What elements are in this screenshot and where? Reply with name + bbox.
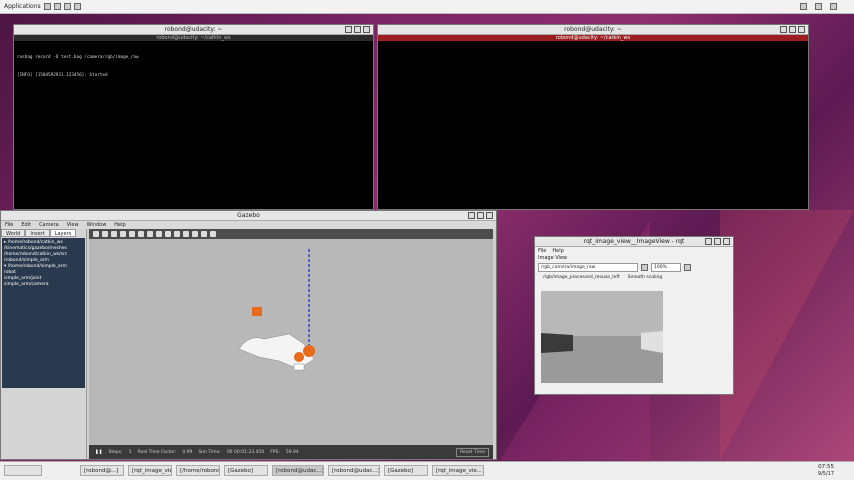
menu-help[interactable]: Help bbox=[552, 248, 563, 254]
close-icon[interactable] bbox=[798, 26, 805, 33]
task-button[interactable]: [robond@...] bbox=[80, 465, 124, 476]
undo-icon[interactable] bbox=[129, 231, 135, 237]
maximize-icon[interactable] bbox=[789, 26, 796, 33]
box-icon[interactable] bbox=[138, 231, 144, 237]
terminal-icon[interactable] bbox=[44, 3, 51, 10]
close-icon[interactable] bbox=[363, 26, 370, 33]
power-icon[interactable] bbox=[830, 3, 837, 10]
window-title[interactable]: robond@udacity: ~ bbox=[378, 25, 808, 35]
select-icon[interactable] bbox=[93, 231, 99, 237]
maximize-icon[interactable] bbox=[714, 238, 721, 245]
zoom-select[interactable]: 100% bbox=[651, 263, 681, 272]
menu-camera[interactable]: Camera bbox=[39, 221, 59, 229]
snap-icon[interactable] bbox=[201, 231, 207, 237]
align-icon[interactable] bbox=[192, 231, 198, 237]
toolbar bbox=[89, 229, 493, 239]
wallpaper-shape bbox=[720, 210, 854, 460]
network-icon[interactable] bbox=[800, 3, 807, 10]
camera-image bbox=[541, 291, 663, 383]
task-button[interactable]: [Gazebo] bbox=[384, 465, 428, 476]
close-icon[interactable] bbox=[486, 212, 493, 219]
window-title[interactable]: Gazebo bbox=[1, 211, 496, 221]
menu-file[interactable]: File bbox=[5, 221, 13, 229]
fps-value: 59.94 bbox=[285, 449, 299, 455]
maximize-icon[interactable] bbox=[354, 26, 361, 33]
orange-box bbox=[252, 307, 262, 316]
reset-time-button[interactable]: Reset Time bbox=[455, 447, 489, 457]
top-panel: Applications bbox=[0, 0, 854, 14]
rqt-image-view-window[interactable]: rqt_image_view__ImageView - rqt File Hel… bbox=[534, 236, 734, 395]
window-title[interactable]: robond@udacity: ~ bbox=[14, 25, 373, 35]
camera-icon[interactable] bbox=[210, 231, 216, 237]
date: 9/5/17 bbox=[817, 471, 834, 477]
3d-viewport[interactable] bbox=[89, 229, 493, 445]
topic-select[interactable]: /rgb_camera/image_raw bbox=[538, 263, 638, 272]
mouse-topic-field[interactable]: /rgb/image_processed_mouse_left bbox=[543, 275, 620, 280]
minimize-icon[interactable] bbox=[780, 26, 787, 33]
taskbar: [robond@...] [rqt_image_view] [/home/rob… bbox=[0, 461, 854, 480]
terminal-window-right[interactable]: robond@udacity: ~ robond@udacity: ~/catk… bbox=[377, 24, 809, 210]
rtf-value: 0.99 bbox=[182, 449, 193, 455]
task-button[interactable]: [robond@udac...] bbox=[328, 465, 380, 476]
folder-icon[interactable] bbox=[54, 3, 61, 10]
task-button[interactable]: [Gazebo] bbox=[224, 465, 268, 476]
app-icon[interactable] bbox=[74, 3, 81, 10]
menu-view[interactable]: View bbox=[67, 221, 79, 229]
tree-item[interactable]: simple_arm/camera bbox=[4, 282, 83, 288]
menu-bar: File Edit Camera View Window Help bbox=[1, 221, 496, 229]
save-icon[interactable] bbox=[684, 264, 691, 271]
steps-label: Steps: bbox=[108, 449, 123, 455]
robot-arm bbox=[238, 333, 315, 371]
terminal-line: rosbag record -O test.bag /camera/rgb/im… bbox=[17, 54, 139, 60]
rotate-icon[interactable] bbox=[111, 231, 117, 237]
tab-world[interactable]: World bbox=[1, 229, 26, 237]
tab-layers[interactable]: Layers bbox=[49, 229, 77, 237]
model-tree[interactable]: ▸ /home/robond/catkin_ws /kinematics/gaz… bbox=[2, 238, 85, 388]
steps-value: 1 bbox=[128, 449, 132, 455]
sim-time-label: Sim Time: bbox=[198, 449, 221, 455]
copy-icon[interactable] bbox=[174, 231, 180, 237]
terminal-output[interactable]: rosbag record -O test.bag /camera/rgb/im… bbox=[14, 41, 373, 92]
task-button[interactable]: [rqt_image_view] bbox=[128, 465, 172, 476]
sphere-icon[interactable] bbox=[147, 231, 153, 237]
maximize-icon[interactable] bbox=[477, 212, 484, 219]
refresh-icon[interactable] bbox=[641, 264, 648, 271]
browser-icon[interactable] bbox=[64, 3, 71, 10]
volume-icon[interactable] bbox=[815, 3, 822, 10]
status-bar: ❚❚ Steps: 1 Real Time Factor: 0.99 Sim T… bbox=[89, 445, 493, 459]
menu-help[interactable]: Help bbox=[114, 221, 125, 229]
menu-edit[interactable]: Edit bbox=[21, 221, 31, 229]
scale-icon[interactable] bbox=[120, 231, 126, 237]
window-title[interactable]: rqt_image_view__ImageView - rqt bbox=[535, 237, 733, 247]
tab-insert[interactable]: Insert bbox=[25, 229, 50, 237]
smooth-scaling-checkbox[interactable]: Smooth scaling bbox=[628, 275, 663, 280]
clock[interactable]: 07:55 bbox=[818, 464, 834, 470]
move-icon[interactable] bbox=[102, 231, 108, 237]
pause-icon[interactable]: ❚❚ bbox=[95, 450, 103, 455]
side-panel: World Insert Layers ▸ /home/robond/catki… bbox=[1, 229, 87, 459]
sim-time-value: 00 00:01:23.450 bbox=[226, 449, 265, 455]
terminal-line: [INFO] [1504592931.123456]: Started bbox=[17, 72, 108, 78]
show-desktop-button[interactable] bbox=[4, 465, 42, 476]
minimize-icon[interactable] bbox=[705, 238, 712, 245]
close-icon[interactable] bbox=[723, 238, 730, 245]
fps-label: FPS: bbox=[270, 449, 280, 455]
minimize-icon[interactable] bbox=[345, 26, 352, 33]
cylinder-icon[interactable] bbox=[156, 231, 162, 237]
menu-file[interactable]: File bbox=[538, 248, 546, 254]
gazebo-window[interactable]: Gazebo File Edit Camera View Window Help… bbox=[0, 210, 497, 460]
scene bbox=[238, 249, 315, 371]
terminal-output[interactable] bbox=[378, 41, 808, 45]
task-button[interactable]: [/home/robond/...] bbox=[176, 465, 220, 476]
terminal-window-left[interactable]: robond@udacity: ~ robond@udacity: ~/catk… bbox=[13, 24, 374, 210]
menu-bar: File Help bbox=[535, 247, 733, 255]
light-icon[interactable] bbox=[165, 231, 171, 237]
applications-menu[interactable]: Applications bbox=[4, 3, 41, 10]
paste-icon[interactable] bbox=[183, 231, 189, 237]
rtf-label: Real Time Factor: bbox=[137, 449, 177, 455]
menu-window[interactable]: Window bbox=[87, 221, 107, 229]
task-button[interactable]: [rqt_image_vie...] bbox=[432, 465, 484, 476]
task-button[interactable]: [robond@udac...] bbox=[272, 465, 324, 476]
minimize-icon[interactable] bbox=[468, 212, 475, 219]
